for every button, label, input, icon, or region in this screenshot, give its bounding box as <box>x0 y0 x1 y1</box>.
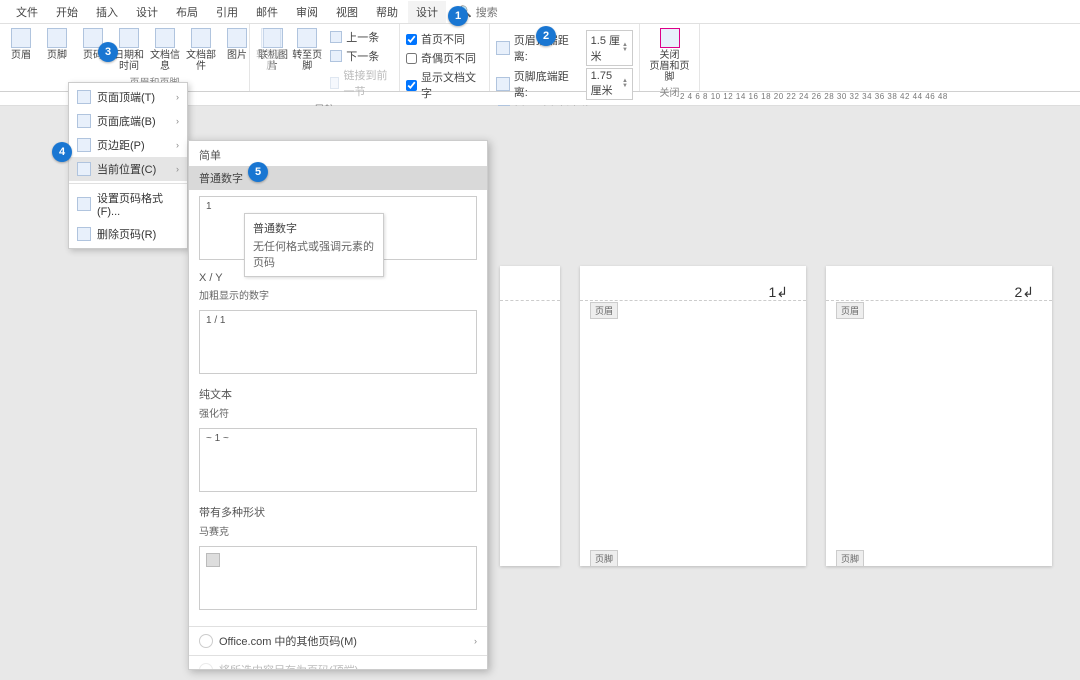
menu-review[interactable]: 审阅 <box>288 1 326 23</box>
footer-distance-spinner[interactable]: 页脚底端距离:1.75 厘米▲▼ <box>496 68 633 100</box>
dd-page-margins[interactable]: 页边距(P)› <box>69 133 187 157</box>
search-label: 搜索 <box>476 4 498 20</box>
goto-footer-button[interactable]: 转至页脚 <box>292 28 322 72</box>
gallery-preview-accent[interactable]: ~ 1 ~ <box>199 428 477 492</box>
dd-current-position[interactable]: 当前位置(C)› <box>69 157 187 181</box>
gallery-section-shapes: 带有多种形状 <box>189 498 487 523</box>
dd-top-of-page[interactable]: 页面顶端(T)› <box>69 85 187 109</box>
menu-view[interactable]: 视图 <box>328 1 366 23</box>
menu-design[interactable]: 设计 <box>128 1 166 23</box>
quick-parts-button[interactable]: 文档部件 <box>186 28 216 72</box>
gallery-more-office[interactable]: Office.com 中的其他页码(M)› <box>189 626 487 655</box>
menu-file[interactable]: 文件 <box>8 1 46 23</box>
odd-even-different-check[interactable]: 奇偶页不同 <box>406 49 483 67</box>
page-number-dropdown: 页面顶端(T)› 页面底端(B)› 页边距(P)› 当前位置(C)› 设置页码格… <box>68 82 188 249</box>
gallery-preview-mosaic[interactable] <box>199 546 477 610</box>
header-distance-spinner[interactable]: 页眉顶端距离:1.5 厘米▲▼ <box>496 30 633 66</box>
annotation-1: 1 <box>448 6 468 26</box>
next-button[interactable]: 下一条 <box>328 47 393 65</box>
previous-button[interactable]: 上一条 <box>328 28 393 46</box>
page-cover[interactable] <box>500 266 560 566</box>
gallery-label-accent: 强化符 <box>189 405 487 422</box>
dd-bottom-of-page[interactable]: 页面底端(B)› <box>69 109 187 133</box>
show-doc-text-check[interactable]: 显示文档文字 <box>406 68 483 102</box>
gallery-label-mosaic: 马赛克 <box>189 523 487 540</box>
page-number-gallery: 简单 普通数字 1 普通数字 无任何格式或强调元素的页码 X / Y 加粗显示的… <box>188 140 488 670</box>
menu-layout[interactable]: 布局 <box>168 1 206 23</box>
globe-icon <box>199 634 213 648</box>
page-number-2: 2↲ <box>1014 284 1034 301</box>
doc-info-button[interactable]: 文档信息 <box>150 28 180 72</box>
gallery-section-simple: 简单 <box>189 141 487 166</box>
page-1[interactable]: 1↲ 页眉 页脚 <box>580 266 806 566</box>
menu-insert[interactable]: 插入 <box>88 1 126 23</box>
link-previous-button[interactable]: 链接到前一节 <box>328 66 393 100</box>
page-number-1: 1↲ <box>768 284 788 301</box>
page-2[interactable]: 2↲ 页眉 页脚 <box>826 266 1052 566</box>
annotation-3: 3 <box>98 42 118 62</box>
annotation-2: 2 <box>536 26 556 46</box>
footer-tag: 页脚 <box>836 550 864 567</box>
header-button[interactable]: 页眉 <box>6 28 36 61</box>
header-tag: 页眉 <box>590 302 618 319</box>
menu-help[interactable]: 帮助 <box>368 1 406 23</box>
save-icon <box>199 663 213 670</box>
footer-button[interactable]: 页脚 <box>42 28 72 61</box>
header-tag: 页眉 <box>836 302 864 319</box>
annotation-5: 5 <box>248 162 268 182</box>
menu-design-context[interactable]: 设计 <box>408 1 446 23</box>
pictures-button[interactable]: 图片 <box>222 28 252 61</box>
dd-format-page-numbers[interactable]: 设置页码格式(F)... <box>69 186 187 222</box>
footer-tag: 页脚 <box>590 550 618 567</box>
tooltip: 普通数字 无任何格式或强调元素的页码 <box>244 213 384 277</box>
gallery-section-plaintext: 纯文本 <box>189 380 487 405</box>
annotation-4: 4 <box>52 142 72 162</box>
close-header-footer-button[interactable]: 关闭 页眉和页脚 <box>646 28 693 83</box>
gallery-save-selection: 将所选内容另存为页码(顶端)… <box>189 655 487 670</box>
gallery-preview-xy[interactable]: 1 / 1 <box>199 310 477 374</box>
dd-remove-page-numbers[interactable]: 删除页码(R) <box>69 222 187 246</box>
menu-references[interactable]: 引用 <box>208 1 246 23</box>
menu-mailings[interactable]: 邮件 <box>248 1 286 23</box>
gallery-label-bold: 加粗显示的数字 <box>189 287 487 304</box>
goto-header-button[interactable]: 转至页眉 <box>256 28 286 72</box>
menu-home[interactable]: 开始 <box>48 1 86 23</box>
gallery-preview-plain[interactable]: 1 普通数字 无任何格式或强调元素的页码 <box>199 196 477 260</box>
gallery-item-plain-number[interactable]: 普通数字 <box>189 166 487 190</box>
first-page-different-check[interactable]: 首页不同 <box>406 30 483 48</box>
date-time-button[interactable]: 日期和时间 <box>114 28 144 72</box>
menu-bar: 文件 开始 插入 设计 布局 引用 邮件 审阅 视图 帮助 设计 🔍 搜索 <box>0 0 1080 24</box>
